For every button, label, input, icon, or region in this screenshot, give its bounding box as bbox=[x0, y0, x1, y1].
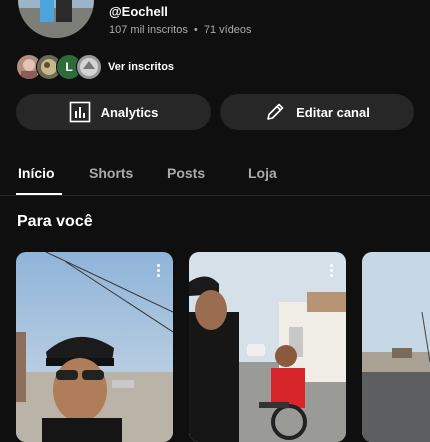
stats-separator: • bbox=[193, 24, 198, 36]
tab-posts[interactable]: Posts bbox=[167, 165, 205, 181]
view-subscribers-link[interactable]: Ver inscritos bbox=[108, 61, 174, 73]
short-card[interactable] bbox=[362, 252, 430, 442]
tab-shorts[interactable]: Shorts bbox=[89, 165, 133, 181]
channel-stats: 107 mil inscritos • 71 vídeos bbox=[109, 24, 252, 36]
bar-chart-icon bbox=[69, 101, 91, 123]
more-options-icon[interactable] bbox=[157, 264, 161, 278]
subscriber-avatar bbox=[76, 54, 102, 80]
section-title: Para você bbox=[17, 213, 93, 230]
channel-tabs: Início Shorts Posts Loja bbox=[0, 150, 430, 196]
more-options-icon[interactable] bbox=[330, 264, 334, 278]
tab-inicio[interactable]: Início bbox=[18, 165, 55, 181]
subscriber-count: 107 mil inscritos bbox=[109, 24, 188, 36]
short-card[interactable] bbox=[16, 252, 173, 442]
tab-loja[interactable]: Loja bbox=[248, 165, 277, 181]
edit-channel-label: Editar canal bbox=[296, 104, 370, 120]
short-card[interactable] bbox=[189, 252, 346, 442]
pencil-icon bbox=[264, 101, 286, 123]
analytics-button[interactable]: Analytics bbox=[16, 94, 211, 130]
analytics-label: Analytics bbox=[100, 104, 159, 120]
video-count: 71 vídeos bbox=[203, 24, 252, 36]
edit-channel-button[interactable]: Editar canal bbox=[220, 94, 414, 130]
active-tab-indicator bbox=[16, 193, 62, 195]
channel-handle: @Eochell bbox=[109, 4, 168, 19]
subscriber-avatars[interactable]: L bbox=[16, 54, 104, 80]
channel-avatar[interactable] bbox=[16, 0, 96, 40]
